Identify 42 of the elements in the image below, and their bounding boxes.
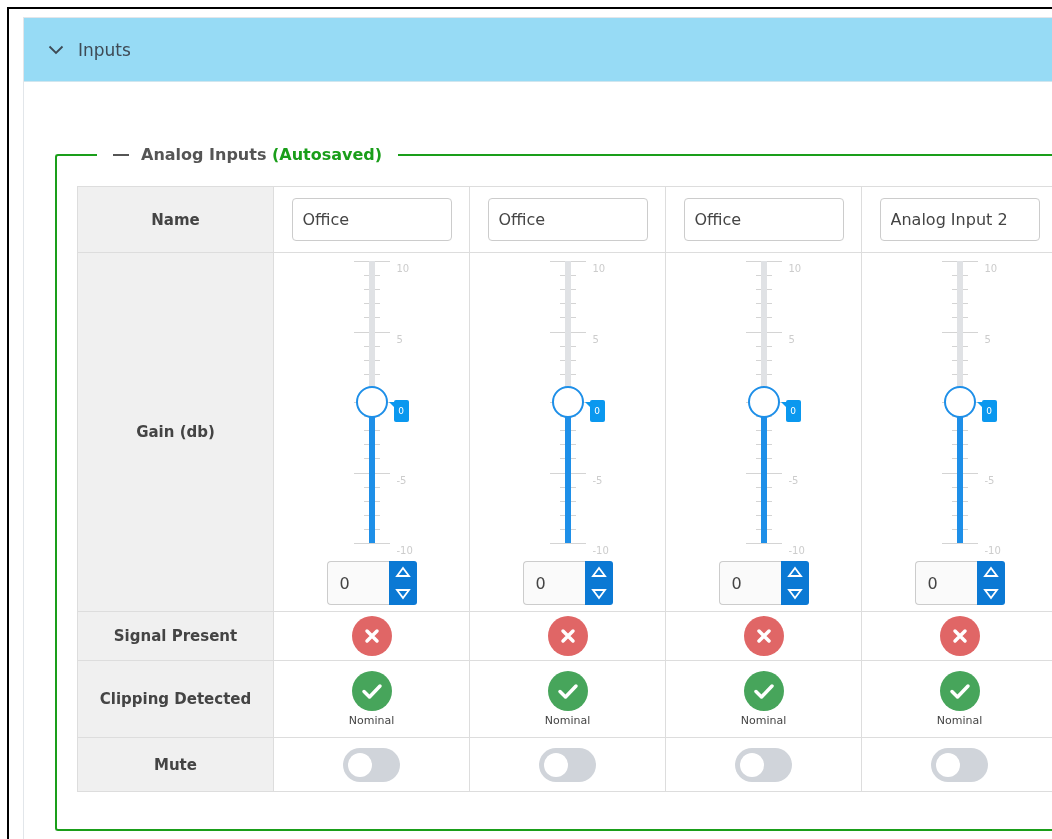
chevron-down-icon bbox=[48, 44, 64, 55]
row-label: Name bbox=[77, 186, 274, 253]
triangle-down-icon bbox=[394, 588, 411, 600]
status-label: Nominal bbox=[347, 714, 396, 727]
mute-toggle[interactable] bbox=[539, 747, 596, 782]
row-label: Gain (db) bbox=[77, 252, 274, 612]
triangle-down-icon bbox=[590, 588, 607, 600]
mute-toggle[interactable] bbox=[735, 747, 792, 782]
slider-thumb[interactable] bbox=[551, 386, 584, 418]
gain-input[interactable]: 0 bbox=[914, 561, 977, 605]
name-field[interactable]: Analog Input 2 bbox=[879, 198, 1040, 241]
triangle-up-icon bbox=[590, 566, 607, 578]
triangle-up-icon bbox=[982, 566, 999, 578]
name-field[interactable]: Office bbox=[683, 198, 844, 241]
row-label: Signal Present bbox=[77, 611, 274, 661]
status-label: Nominal bbox=[739, 714, 788, 727]
group-title: Analog Inputs (Autosaved) bbox=[141, 145, 383, 164]
name-field[interactable]: Office bbox=[487, 198, 648, 241]
slider-thumb[interactable] bbox=[747, 386, 780, 418]
triangle-down-icon bbox=[982, 588, 999, 600]
mute-toggle[interactable] bbox=[931, 747, 988, 782]
gain-input[interactable]: 0 bbox=[522, 561, 585, 605]
triangle-down-icon bbox=[786, 588, 803, 600]
status-label: Nominal bbox=[543, 714, 592, 727]
status-label: Nominal bbox=[935, 714, 984, 727]
gain-input[interactable]: 0 bbox=[718, 561, 781, 605]
row-label: Mute bbox=[77, 737, 274, 792]
slider-track[interactable] bbox=[368, 261, 375, 543]
slider-track[interactable] bbox=[564, 261, 571, 543]
triangle-up-icon bbox=[394, 566, 411, 578]
panel-header[interactable]: Inputs bbox=[24, 17, 1052, 82]
minus-icon[interactable] bbox=[113, 153, 129, 156]
panel-title: Inputs bbox=[78, 39, 131, 60]
row-label: Clipping Detected bbox=[77, 660, 274, 738]
slider-track[interactable] bbox=[956, 261, 963, 543]
mute-toggle[interactable] bbox=[343, 747, 400, 782]
slider-thumb[interactable] bbox=[943, 386, 976, 418]
triangle-up-icon bbox=[786, 566, 803, 578]
gain-input[interactable]: 0 bbox=[326, 561, 389, 605]
name-field[interactable]: Office bbox=[291, 198, 452, 241]
slider-track[interactable] bbox=[760, 261, 767, 543]
slider-thumb[interactable] bbox=[355, 386, 388, 418]
